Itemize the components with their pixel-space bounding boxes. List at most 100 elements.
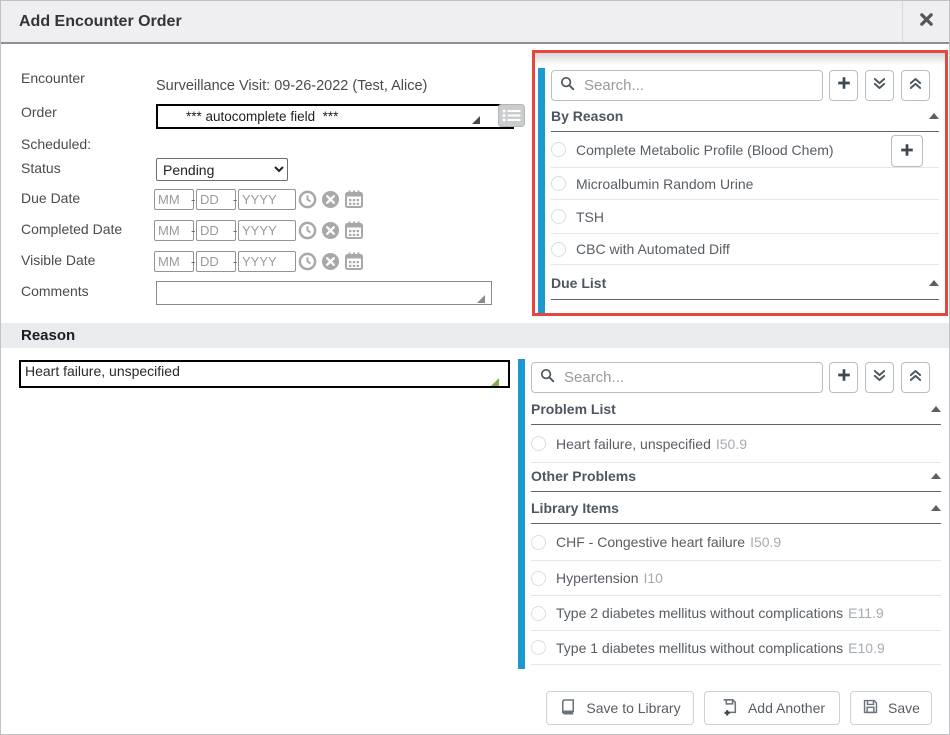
due-date-clock-icon[interactable] [297, 189, 317, 209]
visible-date-yyyy-input[interactable] [238, 251, 296, 272]
save-plus-icon [719, 698, 739, 719]
order-item-row[interactable]: TSH [551, 200, 939, 234]
visible-date-calendar-icon[interactable] [344, 251, 364, 271]
completed-date-dd-input[interactable] [196, 220, 236, 241]
visible-date-mm-input[interactable] [154, 251, 194, 272]
reason-item-row[interactable]: Heart failure, unspecified I50.9 [531, 425, 941, 463]
section-header-by-reason[interactable]: By Reason [551, 108, 939, 124]
reason-item-label: Hypertension [556, 570, 639, 586]
order-item-row[interactable]: Complete Metabolic Profile (Blood Chem) [551, 132, 939, 168]
completed-date-mm-input[interactable] [154, 220, 194, 241]
reason-item-label: CHF - Congestive heart failure [556, 534, 745, 550]
section-header-label: Library Items [531, 500, 619, 516]
radio-icon[interactable] [531, 571, 546, 586]
comments-resize-grip[interactable] [477, 295, 485, 303]
visible-date-clear-icon[interactable] [320, 251, 340, 271]
reason-item-row[interactable]: CHF - Congestive heart failure I50.9 [531, 524, 941, 561]
radio-icon[interactable] [531, 436, 546, 451]
order-add-button[interactable] [829, 70, 858, 101]
icd-code: E11.9 [848, 605, 884, 621]
completed-date-clock-icon[interactable] [297, 220, 317, 240]
radio-icon[interactable] [531, 640, 546, 655]
plus-icon [836, 367, 852, 388]
visible-date-clock-icon[interactable] [297, 251, 317, 271]
search-icon [540, 368, 555, 388]
order-item-label: TSH [576, 209, 604, 225]
highlight-inner-shadow [535, 53, 945, 65]
add-another-button[interactable]: Add Another [704, 691, 840, 725]
completed-date-yyyy-input[interactable] [238, 220, 296, 241]
section-header-other-problems[interactable]: Other Problems [531, 468, 941, 484]
radio-icon[interactable] [551, 209, 566, 224]
order-item-row[interactable]: Microalbumin Random Urine [551, 168, 939, 200]
reason-expand-all-button[interactable] [865, 362, 894, 393]
button-label: Save to Library [586, 700, 680, 716]
order-expand-all-button[interactable] [865, 70, 894, 101]
section-header-problem-list[interactable]: Problem List [531, 401, 941, 417]
save-button[interactable]: Save [850, 691, 932, 725]
double-chevron-down-icon [872, 368, 887, 388]
section-header-label: By Reason [551, 108, 623, 124]
completed-date-clear-icon[interactable] [320, 220, 340, 240]
completed-date-calendar-icon[interactable] [344, 220, 364, 240]
scheduled-label: Scheduled: [21, 136, 91, 152]
due-date-yyyy-input[interactable] [238, 189, 296, 210]
collapse-caret-icon [931, 473, 941, 479]
order-search-box [551, 70, 823, 101]
radio-icon[interactable] [531, 606, 546, 621]
radio-icon[interactable] [551, 242, 566, 257]
date-separator: - [233, 192, 237, 207]
reason-add-button[interactable] [829, 362, 858, 393]
comments-textarea[interactable] [156, 281, 492, 305]
radio-icon[interactable] [531, 535, 546, 550]
section-header-library-items[interactable]: Library Items [531, 500, 941, 516]
section-divider [531, 491, 941, 492]
reason-section-title: Reason [21, 327, 75, 344]
encounter-label: Encounter [21, 70, 85, 86]
order-label: Order [21, 104, 57, 120]
order-item-add-button[interactable] [891, 135, 923, 167]
radio-icon[interactable] [551, 176, 566, 191]
order-resize-grip[interactable] [472, 116, 480, 124]
order-search-input[interactable] [582, 76, 814, 95]
order-collapse-all-button[interactable] [901, 70, 930, 101]
date-separator: - [191, 223, 195, 238]
order-item-label: Microalbumin Random Urine [576, 176, 753, 192]
due-date-calendar-icon[interactable] [344, 189, 364, 209]
date-separator: - [233, 254, 237, 269]
reason-item-row[interactable]: Type 2 diabetes mellitus without complic… [531, 596, 941, 631]
double-chevron-up-icon [908, 76, 923, 96]
button-label: Add Another [748, 700, 825, 716]
double-chevron-down-icon [872, 76, 887, 96]
reason-item-row[interactable]: Hypertension I10 [531, 561, 941, 596]
reason-input[interactable]: Heart failure, unspecified [19, 360, 510, 388]
search-icon [560, 76, 575, 96]
radio-icon[interactable] [551, 142, 566, 157]
reason-search-input[interactable] [562, 368, 814, 387]
section-header-label: Due List [551, 275, 606, 291]
close-icon [919, 12, 934, 32]
reason-resize-grip[interactable] [491, 378, 499, 386]
order-list-button[interactable] [498, 104, 525, 127]
button-label: Save [888, 700, 920, 716]
reason-item-row[interactable]: Type 1 diabetes mellitus without complic… [531, 631, 941, 665]
reason-collapse-all-button[interactable] [901, 362, 930, 393]
reason-item-label: Type 1 diabetes mellitus without complic… [556, 640, 843, 656]
dialog-titlebar: Add Encounter Order [1, 1, 949, 44]
section-header-label: Other Problems [531, 468, 636, 484]
visible-date-dd-input[interactable] [196, 251, 236, 272]
order-item-row[interactable]: CBC with Automated Diff [551, 234, 939, 265]
section-header-due-list[interactable]: Due List [551, 275, 939, 291]
due-date-mm-input[interactable] [154, 189, 194, 210]
collapse-caret-icon [931, 505, 941, 511]
due-date-dd-input[interactable] [196, 189, 236, 210]
due-date-clear-icon[interactable] [320, 189, 340, 209]
book-icon [559, 698, 577, 719]
close-button[interactable] [902, 1, 949, 42]
reason-panel-accent-bar [518, 359, 525, 669]
order-input[interactable] [156, 104, 514, 129]
status-select[interactable]: Pending [156, 158, 288, 181]
reason-item-label: Heart failure, unspecified [556, 436, 711, 452]
reason-item-label: Type 2 diabetes mellitus without complic… [556, 605, 843, 621]
save-to-library-button[interactable]: Save to Library [546, 691, 694, 725]
